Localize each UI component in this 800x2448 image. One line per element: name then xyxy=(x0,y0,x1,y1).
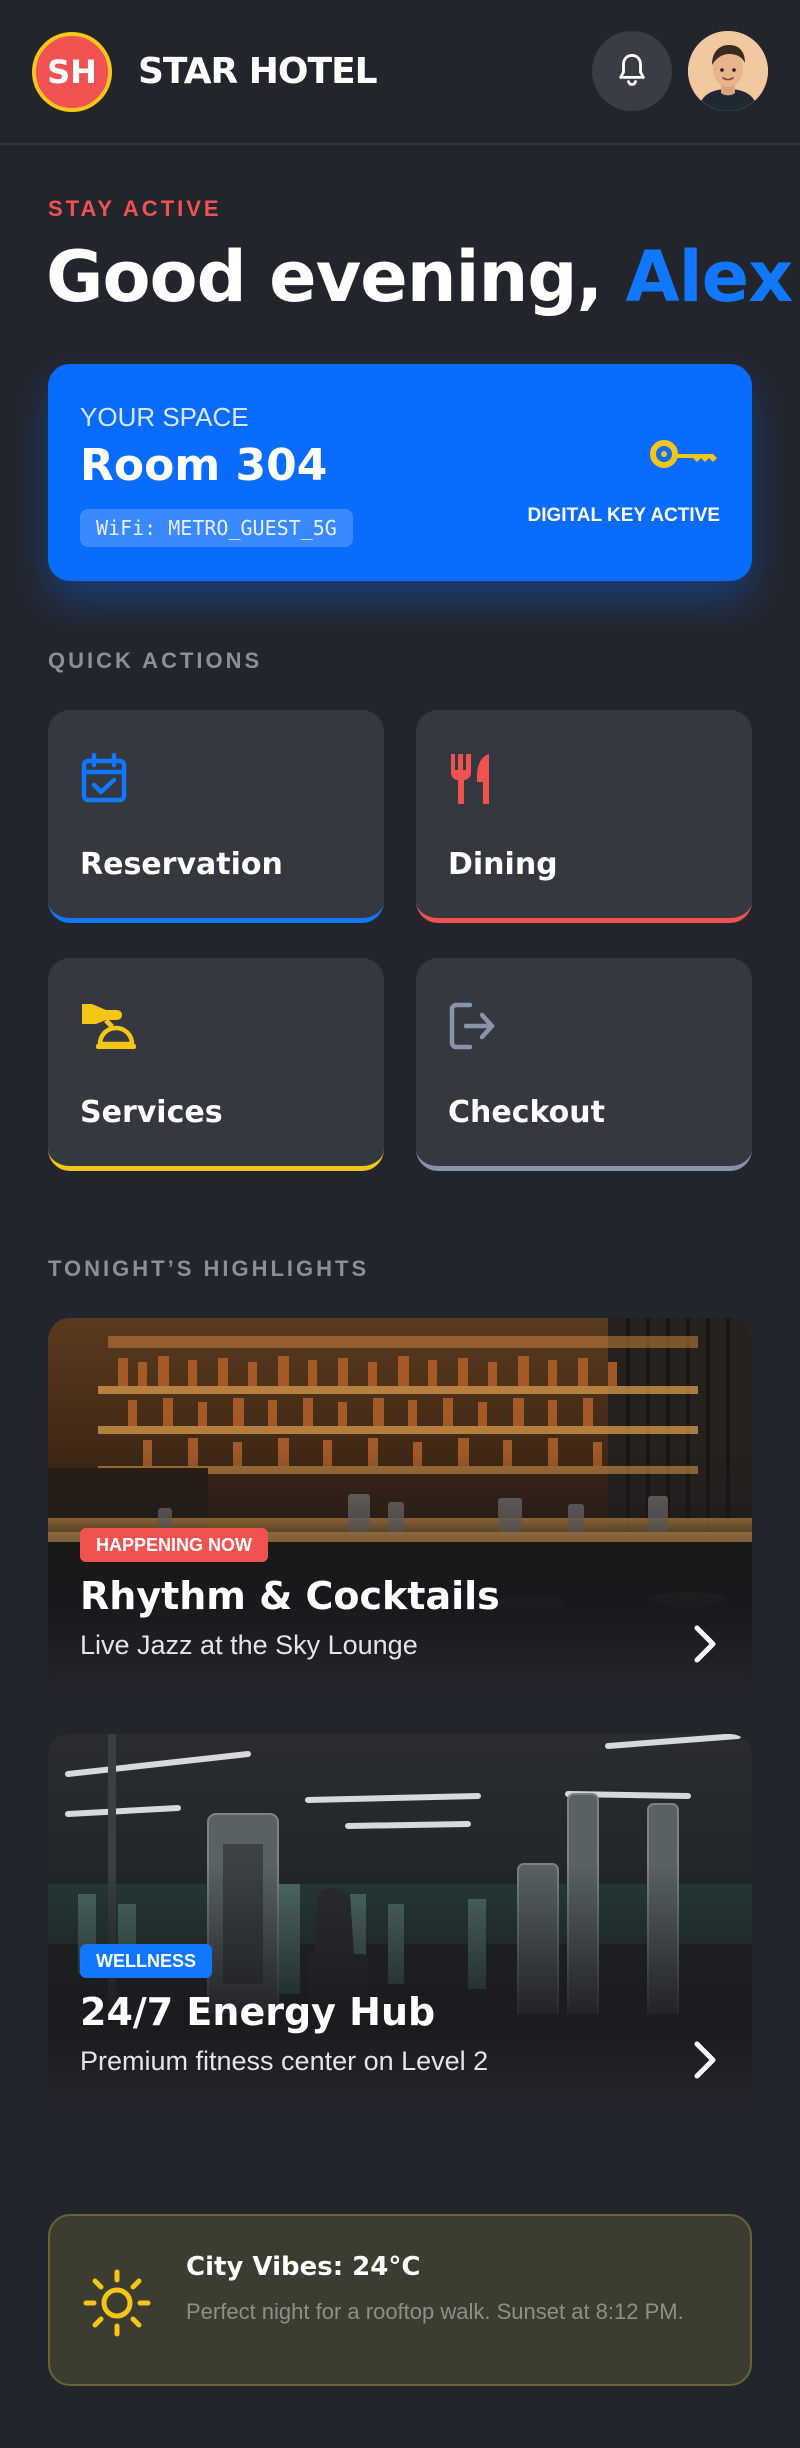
app-header: SH STAR HOTEL xyxy=(0,0,800,145)
bell-icon xyxy=(619,54,645,86)
utensils-icon xyxy=(451,754,489,804)
quick-actions-title: QUICK ACTIONS xyxy=(48,648,263,673)
happening-now-badge: HAPPENING NOW xyxy=(80,1528,269,1562)
user-avatar[interactable] xyxy=(688,31,768,111)
weather-title: City Vibes: 24°C xyxy=(186,2252,421,2282)
weather-card[interactable]: City Vibes: 24°C Perfect night for a roo… xyxy=(48,2214,752,2386)
gym-subtitle: Premium fitness center on Level 2 xyxy=(80,2046,489,2076)
greeting-title: Good evening, Alex xyxy=(46,236,793,318)
sun-icon xyxy=(83,2269,151,2337)
checkout-tile[interactable]: Checkout xyxy=(416,958,752,1171)
lounge-event-title: Rhythm & Cocktails xyxy=(80,1574,500,1618)
reservation-tile[interactable]: Reservation xyxy=(48,710,384,923)
calendar-check-icon xyxy=(81,752,127,803)
reservation-label: Reservation xyxy=(80,847,283,882)
services-label: Services xyxy=(80,1095,223,1130)
digital-key-status: DIGITAL KEY ACTIVE xyxy=(527,505,721,526)
dining-label: Dining xyxy=(448,847,558,882)
greeting-eyebrow: STAY ACTIVE xyxy=(48,196,222,221)
gym-title: 24/7 Energy Hub xyxy=(80,1990,436,2034)
dining-tile[interactable]: Dining xyxy=(416,710,752,923)
hotel-logo[interactable]: SH xyxy=(32,31,112,112)
wifi-chip[interactable]: WiFi: METRO_GUEST_5G xyxy=(80,509,353,547)
concierge-bell-icon xyxy=(82,1004,136,1049)
room-name: Room 304 xyxy=(80,440,328,491)
guest-name: Alex xyxy=(625,236,793,318)
lounge-event-subtitle: Live Jazz at the Sky Lounge xyxy=(80,1630,418,1660)
key-icon xyxy=(650,440,717,468)
weather-text: Perfect night for a rooftop walk. Sunset… xyxy=(186,2299,684,2324)
highlight-card-gym[interactable]: WELLNESS 24/7 Energy Hub Premium fitness… xyxy=(48,1734,752,2106)
logout-icon xyxy=(449,1002,495,1050)
highlights-title: TONIGHT’S HIGHLIGHTS xyxy=(48,1256,370,1281)
wellness-badge: WELLNESS xyxy=(80,1944,213,1978)
room-card[interactable]: YOUR SPACE Room 304 WiFi: METRO_GUEST_5G… xyxy=(48,364,752,581)
room-label: YOUR SPACE xyxy=(80,402,249,432)
user-avatar-image xyxy=(688,31,768,111)
chevron-right-icon[interactable] xyxy=(688,1622,722,1666)
services-tile[interactable]: Services xyxy=(48,958,384,1171)
brand-name: STAR HOTEL xyxy=(138,51,378,92)
logo-initials: SH xyxy=(47,52,97,91)
chevron-right-icon[interactable] xyxy=(688,2038,722,2082)
notifications-button[interactable] xyxy=(592,31,672,111)
highlight-card-lounge[interactable]: HAPPENING NOW Rhythm & Cocktails Live Ja… xyxy=(48,1318,752,1690)
checkout-label: Checkout xyxy=(448,1095,605,1130)
greeting-salutation: Good evening, xyxy=(46,236,603,318)
